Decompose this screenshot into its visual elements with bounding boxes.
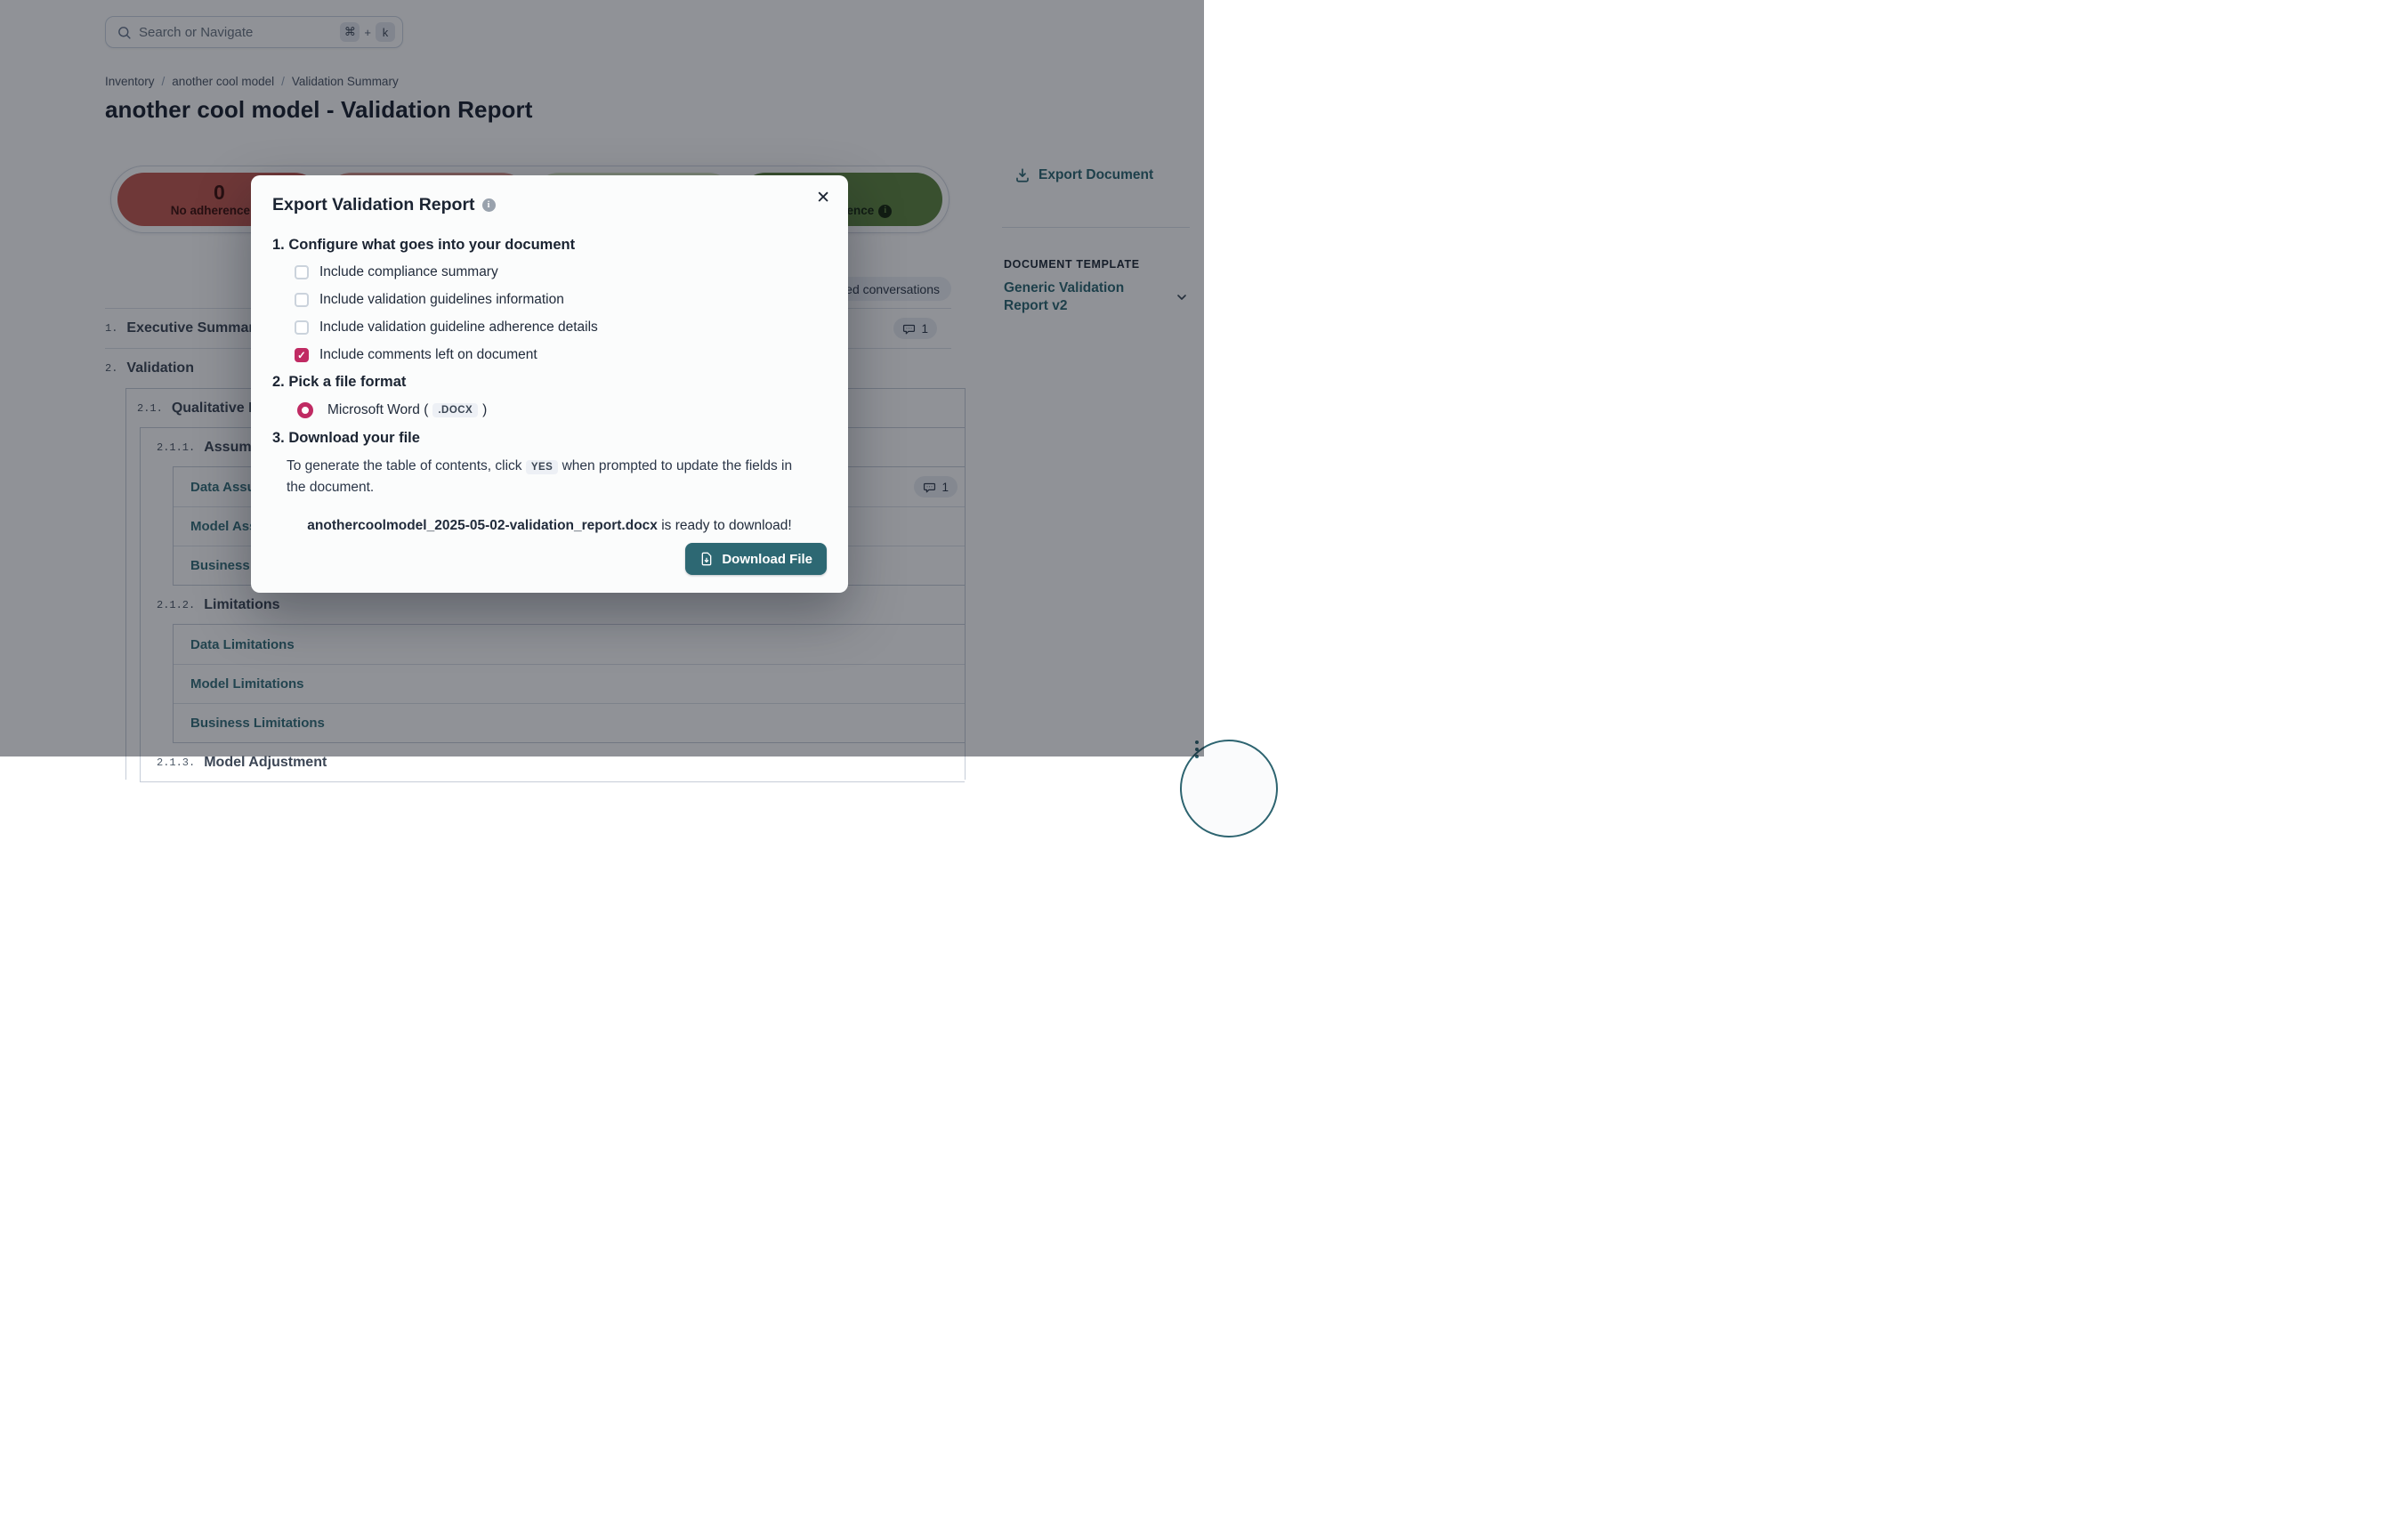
section-number: 2.1.3.	[157, 756, 195, 769]
download-file-button[interactable]: Download File	[685, 543, 827, 575]
export-validation-report-modal: Export Validation Report i ✕ 1. Configur…	[251, 175, 848, 593]
option-comments-on-document[interactable]: ✓ Include comments left on document	[272, 345, 827, 365]
radio-selected[interactable]	[297, 402, 313, 418]
ready-status: anothercoolmodel_2025-05-02-validation_r…	[272, 518, 827, 534]
close-icon[interactable]: ✕	[816, 190, 830, 206]
checkbox-unchecked[interactable]	[295, 265, 309, 279]
checkbox-checked[interactable]: ✓	[295, 348, 309, 362]
checkbox-unchecked[interactable]	[295, 293, 309, 307]
format-label-close: )	[482, 402, 487, 418]
format-option-word[interactable]: Microsoft Word ( .DOCX )	[272, 400, 827, 421]
ready-filename: anothercoolmodel_2025-05-02-validation_r…	[307, 518, 658, 533]
checkbox-label[interactable]: Include comments left on document	[319, 347, 537, 363]
section-label: Model Adjustment	[204, 755, 327, 771]
step3-heading: 3. Download your file	[272, 430, 827, 447]
download-file-label: Download File	[722, 552, 812, 567]
file-download-icon	[699, 552, 714, 566]
ready-suffix: is ready to download!	[658, 518, 792, 533]
yes-chip: YES	[526, 460, 558, 474]
info-icon[interactable]: i	[482, 198, 496, 212]
checkbox-label[interactable]: Include validation guideline adherence d…	[319, 320, 598, 336]
instruction-text: To generate the table of contents, click	[287, 458, 522, 473]
checkbox-unchecked[interactable]	[295, 320, 309, 335]
checkbox-label[interactable]: Include compliance summary	[319, 264, 498, 280]
option-guideline-adherence-details[interactable]: Include validation guideline adherence d…	[272, 318, 827, 337]
format-label: Microsoft Word (	[327, 402, 428, 418]
modal-title: Export Validation Report	[272, 195, 475, 215]
option-compliance-summary[interactable]: Include compliance summary	[272, 263, 827, 282]
toc-instruction: To generate the table of contents, click…	[287, 456, 801, 498]
checkbox-label[interactable]: Include validation guidelines informatio…	[319, 292, 564, 308]
docx-chip: .DOCX	[432, 403, 478, 417]
step2-heading: 2. Pick a file format	[272, 374, 827, 391]
option-guidelines-information[interactable]: Include validation guidelines informatio…	[272, 290, 827, 310]
step1-heading: 1. Configure what goes into your documen…	[272, 237, 827, 254]
